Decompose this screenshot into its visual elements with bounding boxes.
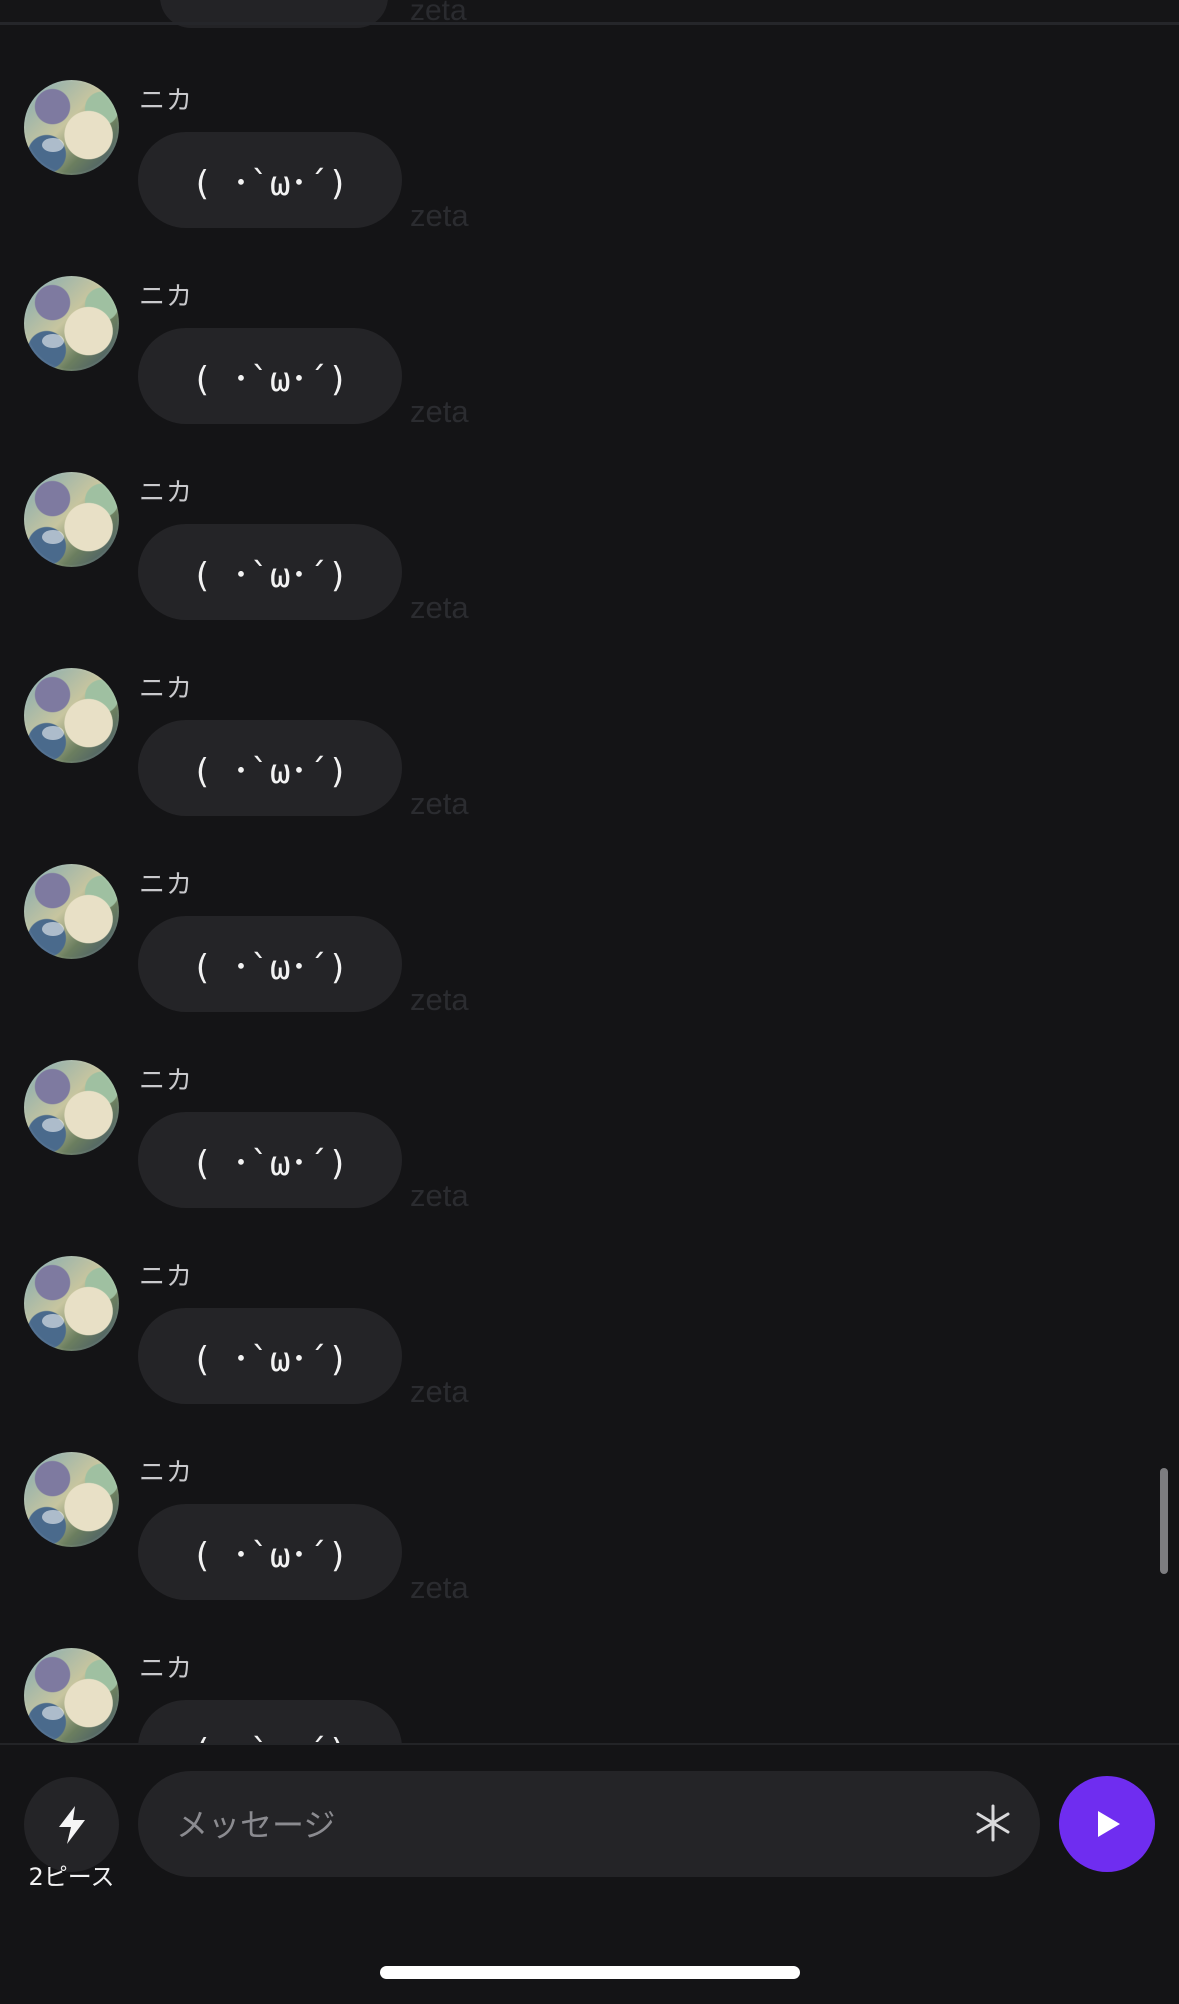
avatar[interactable]	[24, 1060, 119, 1155]
avatar[interactable]	[24, 1452, 119, 1547]
message-input[interactable]	[174, 1771, 938, 1879]
zeta-watermark: zeta	[410, 1178, 469, 1213]
sender-name: ニカ	[139, 1262, 194, 1292]
zeta-watermark: zeta	[410, 1374, 469, 1409]
avatar[interactable]	[24, 80, 119, 175]
zeta-watermark: zeta	[410, 590, 469, 625]
sender-name: ニカ	[139, 282, 194, 312]
input-divider	[0, 1743, 1179, 1745]
message-field-container[interactable]	[138, 1771, 1040, 1879]
zeta-watermark: zeta	[410, 394, 469, 429]
zeta-watermark: zeta	[410, 786, 469, 821]
message-bubble[interactable]: ( ･`ω･´)	[138, 524, 402, 620]
zeta-watermark: zeta	[410, 982, 469, 1017]
message-bubble[interactable]: ( ･`ω･´)	[138, 1308, 402, 1404]
chat-message-list[interactable]: ニカ ( ･`ω･´) zeta ニカ ( ･`ω･´) zeta ニカ ( ･…	[0, 0, 1179, 1743]
chat-scrollbar[interactable]	[1160, 1468, 1168, 1574]
avatar[interactable]	[24, 1648, 119, 1743]
home-indicator[interactable]	[380, 1966, 800, 1979]
sender-name: ニカ	[139, 478, 194, 508]
chat-screen: zeta ニカ ( ･`ω･´) zeta ニカ ( ･`ω･´) zeta ニ…	[0, 0, 1179, 2004]
message-bubble[interactable]: ( ･`ω･´)	[138, 1112, 402, 1208]
message-row: ニカ ( ･`ω･´) zeta	[0, 80, 1179, 276]
message-row: ニカ ( ･`ω･´) zeta	[0, 472, 1179, 668]
message-row: ニカ ( ･`ω･´) zeta	[0, 864, 1179, 1060]
avatar[interactable]	[24, 276, 119, 371]
play-icon	[1098, 1811, 1120, 1837]
avatar[interactable]	[24, 668, 119, 763]
lightning-bolt-icon	[58, 1805, 85, 1844]
message-bubble[interactable]: ( ･`ω･´)	[138, 916, 402, 1012]
zeta-watermark: zeta	[410, 1570, 469, 1605]
message-row: ニカ ( ･`ω･´) zeta	[0, 1060, 1179, 1256]
asterisk-button[interactable]	[972, 1802, 1014, 1844]
avatar[interactable]	[24, 472, 119, 567]
message-row: ニカ ( ･`ω･´) zeta	[0, 1256, 1179, 1452]
message-bubble[interactable]: ( ･`ω･´)	[138, 1700, 402, 1743]
sender-name: ニカ	[139, 86, 194, 116]
message-row: ニカ ( ･`ω･´) zeta	[0, 276, 1179, 472]
message-row: ニカ ( ･`ω･´)	[0, 1648, 1179, 1743]
message-bubble[interactable]: ( ･`ω･´)	[138, 328, 402, 424]
message-input-bar: 2ピース	[0, 1743, 1179, 2004]
avatar[interactable]	[24, 864, 119, 959]
sender-name: ニカ	[139, 1654, 194, 1684]
sender-name: ニカ	[139, 870, 194, 900]
sender-name: ニカ	[139, 1458, 194, 1488]
asterisk-icon	[976, 1804, 1010, 1842]
send-button[interactable]	[1059, 1776, 1155, 1872]
message-bubble[interactable]: ( ･`ω･´)	[138, 132, 402, 228]
zeta-watermark: zeta	[410, 198, 469, 233]
sender-name: ニカ	[139, 1066, 194, 1096]
avatar[interactable]	[24, 1256, 119, 1351]
message-bubble[interactable]: ( ･`ω･´)	[138, 720, 402, 816]
message-bubble[interactable]: ( ･`ω･´)	[138, 1504, 402, 1600]
sender-name: ニカ	[139, 674, 194, 704]
message-row: ニカ ( ･`ω･´) zeta	[0, 1452, 1179, 1648]
message-row: ニカ ( ･`ω･´) zeta	[0, 668, 1179, 864]
pieces-count-label: 2ピース	[28, 1863, 115, 1891]
